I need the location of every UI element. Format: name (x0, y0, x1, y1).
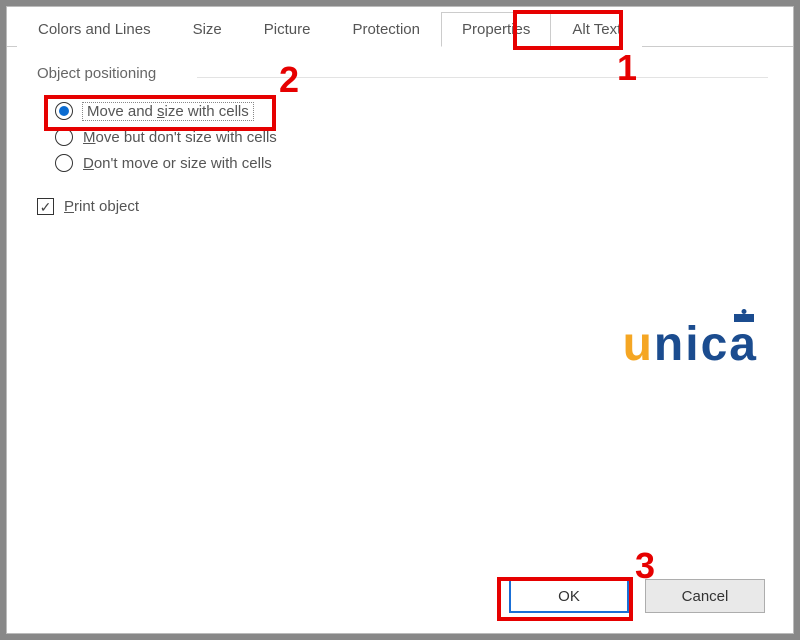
radio-label: Move but don't size with cells (83, 129, 277, 146)
object-positioning-group: Move and size with cells Move but don't … (37, 92, 763, 192)
tab-properties[interactable]: Properties (441, 12, 551, 47)
checkbox-print-object[interactable]: ✓ Print object (37, 198, 763, 215)
dialog-buttons: OK Cancel (7, 579, 793, 633)
radio-icon (55, 102, 73, 120)
cancel-button[interactable]: Cancel (645, 579, 765, 613)
checkbox-label: Print object (64, 198, 139, 215)
radio-label: Move and size with cells (83, 103, 253, 120)
radio-dont-move[interactable]: Don't move or size with cells (55, 154, 763, 172)
radio-icon (55, 154, 73, 172)
tab-strip: Colors and Lines Size Picture Protection… (7, 11, 793, 47)
radio-move-no-size[interactable]: Move but don't size with cells (55, 128, 763, 146)
object-positioning-label: Object positioning (37, 65, 156, 82)
tab-picture[interactable]: Picture (243, 12, 332, 47)
checkbox-icon: ✓ (37, 198, 54, 215)
section-divider (197, 77, 768, 78)
tab-alt-text[interactable]: Alt Text (551, 12, 642, 47)
format-object-dialog: Colors and Lines Size Picture Protection… (6, 6, 794, 634)
ok-button[interactable]: OK (509, 579, 629, 613)
radio-label: Don't move or size with cells (83, 155, 272, 172)
radio-move-and-size[interactable]: Move and size with cells (55, 102, 763, 120)
tab-colors-and-lines[interactable]: Colors and Lines (17, 12, 172, 47)
radio-icon (55, 128, 73, 146)
tab-size[interactable]: Size (172, 12, 243, 47)
tab-protection[interactable]: Protection (331, 12, 441, 47)
unica-watermark: unica (623, 317, 758, 372)
properties-panel: Object positioning Move and size with ce… (7, 47, 793, 579)
